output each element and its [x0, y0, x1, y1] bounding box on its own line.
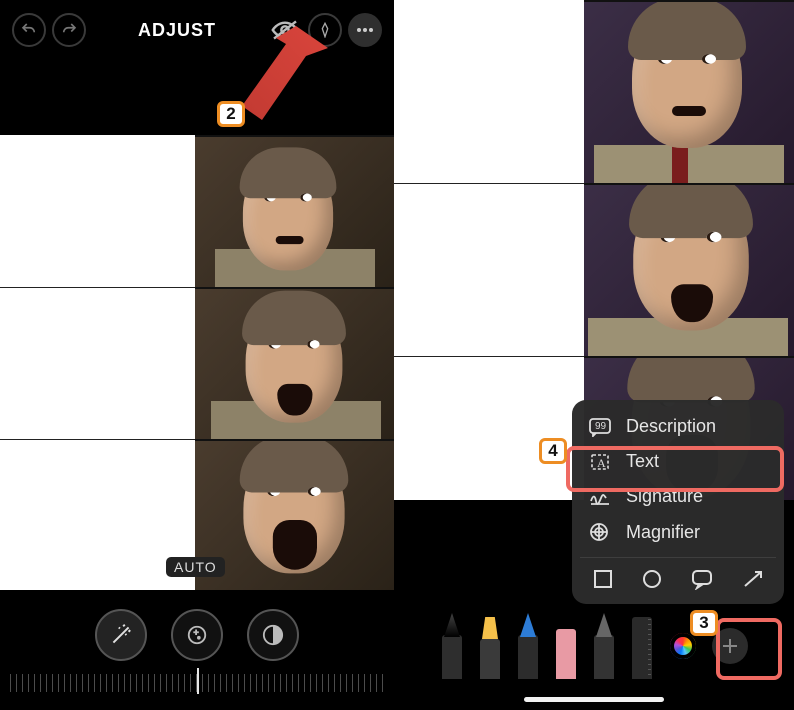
menu-item-text[interactable]: A Text — [580, 445, 776, 478]
more-button[interactable] — [348, 13, 382, 47]
redo-icon — [60, 21, 78, 39]
step-badge-3: 3 — [690, 610, 718, 636]
description-icon: 99 — [588, 417, 612, 437]
meme-panel-3 — [195, 439, 394, 591]
markup-bottom-toolbar — [394, 610, 794, 710]
menu-label: Description — [626, 416, 716, 437]
exposure-button[interactable] — [171, 609, 223, 661]
contrast-button[interactable] — [247, 609, 299, 661]
speech-bubble-shape-button[interactable] — [690, 568, 714, 590]
menu-item-signature[interactable]: Signature — [580, 480, 776, 513]
eraser-tool[interactable] — [554, 613, 578, 679]
marker-tool[interactable] — [478, 613, 502, 679]
more-icon — [356, 27, 374, 33]
meme-panel-r2 — [584, 183, 794, 358]
text-icon: A — [588, 452, 612, 472]
svg-text:A: A — [597, 456, 606, 470]
markup-add-menu: 99 Description A Text Signature Magnifie… — [572, 400, 784, 604]
home-indicator[interactable] — [524, 697, 664, 702]
meme-panel-2 — [195, 287, 394, 441]
menu-label: Text — [626, 451, 659, 472]
meme-panel-1 — [195, 135, 394, 289]
meme-preview-left[interactable] — [0, 135, 394, 590]
svg-text:99: 99 — [595, 421, 607, 432]
pen-tool[interactable] — [440, 613, 464, 679]
auto-adjust-chip[interactable]: AUTO — [166, 557, 225, 577]
magic-wand-icon — [108, 622, 134, 648]
plus-icon — [721, 637, 739, 655]
arrow-shape-button[interactable] — [741, 568, 765, 590]
undo-button[interactable] — [12, 13, 46, 47]
step-badge-2: 2 — [217, 101, 245, 127]
menu-item-magnifier[interactable]: Magnifier — [580, 515, 776, 549]
redo-button[interactable] — [52, 13, 86, 47]
magic-wand-button[interactable] — [95, 609, 147, 661]
pencil-tool[interactable] — [516, 613, 540, 679]
magnifier-icon — [588, 521, 612, 543]
menu-item-description[interactable]: 99 Description — [580, 410, 776, 443]
adjust-slider-ruler[interactable] — [10, 674, 384, 692]
photo-edit-toolbar: ADJUST — [0, 0, 394, 60]
signature-icon — [588, 487, 612, 507]
lasso-tool[interactable] — [592, 613, 616, 679]
ruler-tool[interactable] — [630, 613, 654, 679]
shape-tools-row — [580, 557, 776, 592]
contrast-icon — [262, 624, 284, 646]
menu-label: Signature — [626, 486, 703, 507]
circle-shape-button[interactable] — [641, 568, 663, 590]
add-markup-button[interactable] — [712, 628, 748, 664]
mode-title: ADJUST — [138, 20, 216, 41]
step-badge-4: 4 — [539, 438, 567, 464]
menu-label: Magnifier — [626, 522, 700, 543]
square-shape-button[interactable] — [592, 568, 614, 590]
exposure-icon — [186, 624, 208, 646]
undo-icon — [20, 21, 38, 39]
meme-panel-r1 — [584, 0, 794, 185]
